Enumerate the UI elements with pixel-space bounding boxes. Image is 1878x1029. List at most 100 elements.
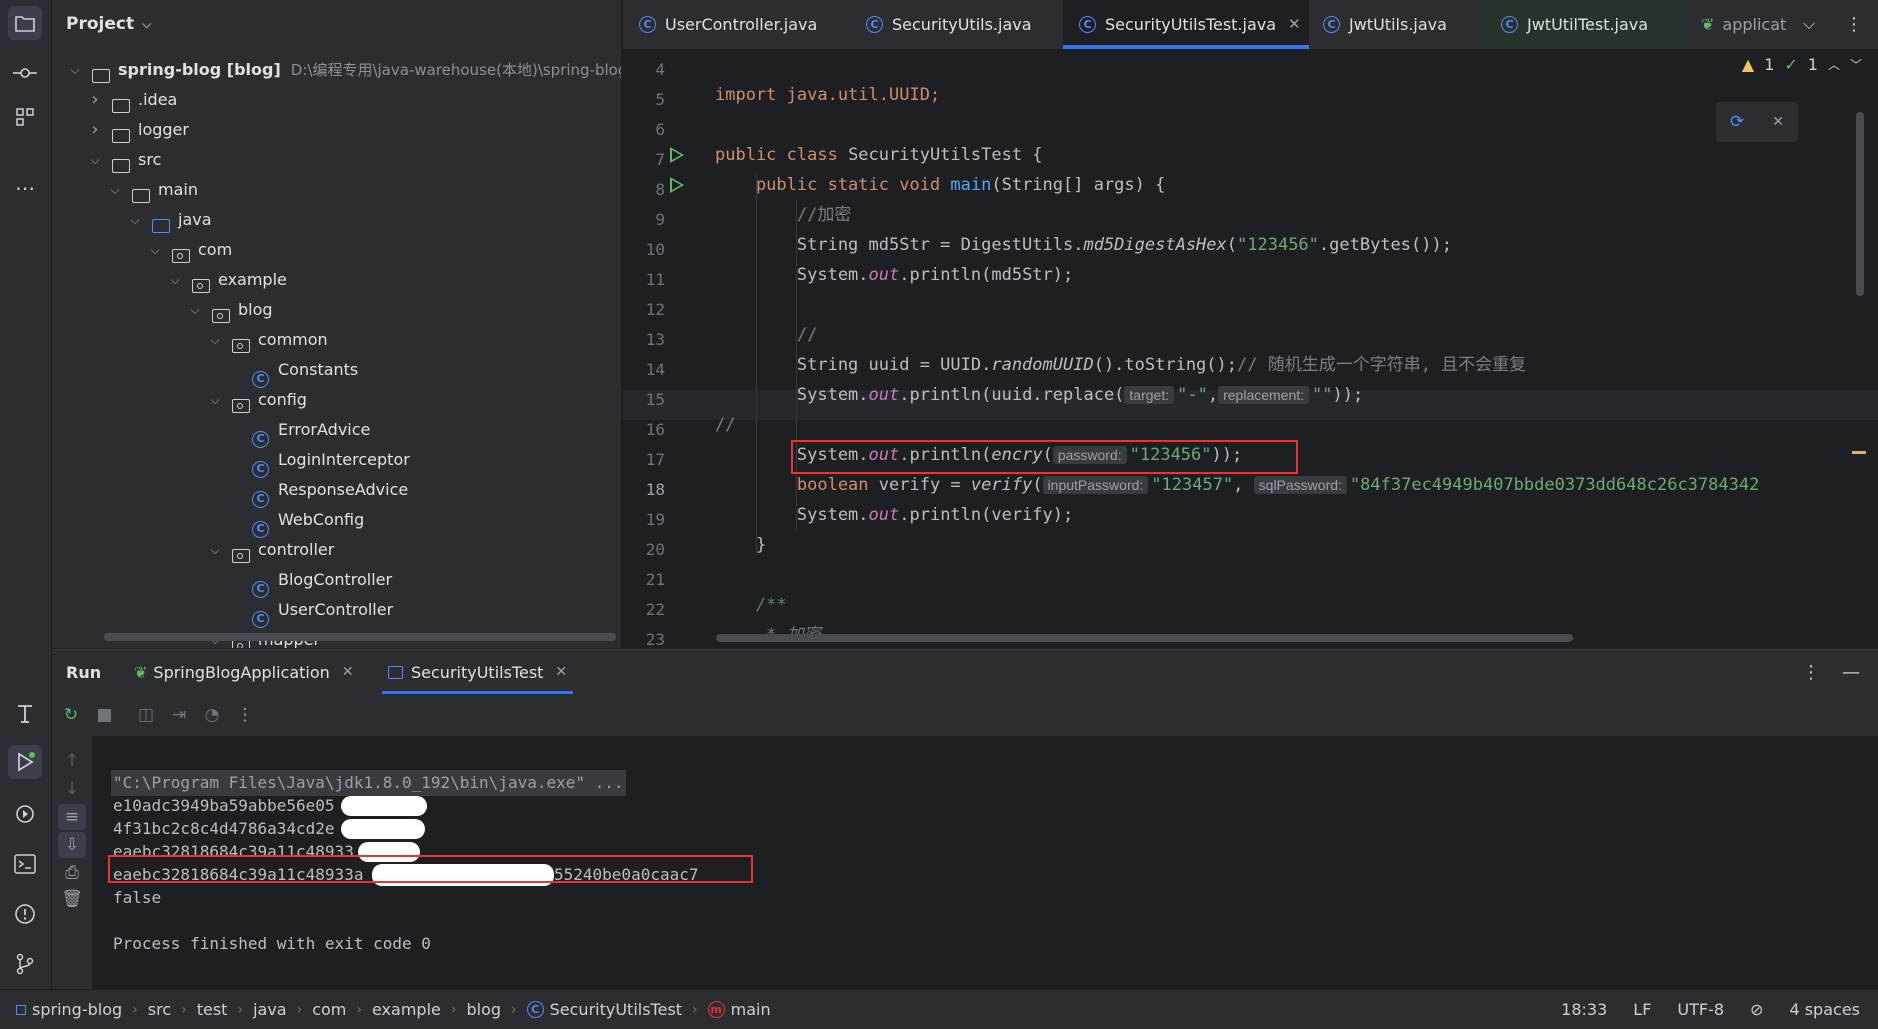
tree-item[interactable]: C BlogController	[228, 565, 392, 598]
more-tools-icon[interactable]: ⋯	[8, 171, 42, 205]
tree-item[interactable]: › logger	[88, 115, 189, 145]
tree-item[interactable]: C WebConfig	[228, 505, 364, 538]
tree-item[interactable]: ⌵ src	[88, 145, 161, 175]
tab-user-controller[interactable]: C UserController.java	[639, 0, 817, 48]
code-line-20[interactable]: }	[715, 530, 766, 560]
editor-scrollbar[interactable]	[1856, 112, 1864, 296]
trash-icon[interactable]: 🗑︎	[58, 886, 86, 912]
tree-item[interactable]: ⌵ java	[128, 205, 212, 235]
code-line-18[interactable]: boolean verify = verify(inputPassword: "1…	[715, 470, 1759, 500]
tab-application[interactable]: ❦ applicat	[1701, 0, 1793, 48]
git-icon[interactable]	[8, 947, 42, 981]
more-actions-icon[interactable]: ⋮	[231, 701, 259, 729]
chevron-down-icon[interactable]: ⌵	[128, 205, 142, 235]
reload-icon[interactable]: ⟳	[1730, 112, 1744, 132]
tab-security-utils-test-run[interactable]: SecurityUtilsTest ✕	[382, 650, 574, 694]
scroll-up-icon[interactable]: ↑	[58, 748, 86, 774]
tree-item[interactable]: ⌵ config	[208, 385, 307, 415]
chevron-down-icon[interactable]: ⌵	[142, 17, 151, 32]
code-line-16[interactable]: //	[715, 410, 735, 440]
code-line-14[interactable]: String uuid = UUID.randomUUID().toString…	[715, 350, 1526, 380]
chevron-down-icon[interactable]: ⌵	[208, 385, 222, 415]
exit-icon[interactable]: ⇥	[165, 701, 193, 729]
close-icon[interactable]: ✕	[1772, 114, 1784, 130]
stop-icon[interactable]	[90, 701, 118, 729]
tab-list-chevron-icon[interactable]: ⌵	[1803, 0, 1815, 48]
tree-item[interactable]: C ResponseAdvice	[228, 475, 408, 508]
run-gutter-icon[interactable]	[670, 177, 684, 193]
tree-item[interactable]: ⌵ com	[148, 235, 232, 265]
indent-setting[interactable]: 4 spaces	[1789, 1000, 1860, 1019]
code-line-15[interactable]: System.out.println(uuid.replace(target: "…	[715, 380, 1363, 410]
breadcrumb-item[interactable]: m main	[707, 1000, 771, 1019]
code-line-8[interactable]: public static void main(String[] args) {	[715, 170, 1165, 200]
chevron-down-icon[interactable]: ⌵	[108, 175, 122, 205]
tab-jwt-utils[interactable]: C JwtUtils.java	[1323, 0, 1447, 48]
commit-icon[interactable]	[8, 56, 42, 90]
chevron-down-icon[interactable]: ⌵	[208, 325, 222, 355]
tab-security-utils[interactable]: C SecurityUtils.java	[866, 0, 1032, 48]
code-line-4[interactable]: import java.util.UUID;	[715, 80, 940, 110]
more-options-icon[interactable]: ⋮	[1845, 0, 1863, 48]
code-line-13[interactable]: //	[715, 320, 817, 350]
chevron-down-icon[interactable]: ⌵	[188, 295, 202, 325]
chevron-down-icon[interactable]: ⌵	[168, 265, 182, 295]
chevron-down-icon[interactable]: ⌵	[148, 235, 162, 265]
chevron-down-icon[interactable]: ⌵	[208, 535, 222, 565]
code-line-9[interactable]: //加密	[715, 200, 851, 230]
build-icon[interactable]	[8, 697, 42, 731]
editor-hscrollbar[interactable]	[716, 634, 1573, 642]
tree-item[interactable]: C Constants	[228, 355, 358, 388]
chevron-down-icon[interactable]: ﹀	[1850, 56, 1862, 73]
code-line-11[interactable]: System.out.println(md5Str);	[715, 260, 1073, 290]
tab-spring-blog-application[interactable]: ❦ SpringBlogApplication ✕	[134, 650, 354, 694]
more-options-icon[interactable]: ⋮	[1802, 650, 1820, 694]
project-header[interactable]: Project ⌵	[52, 0, 621, 48]
line-separator[interactable]: LF	[1633, 1000, 1651, 1019]
breadcrumb-item[interactable]: blog	[466, 1000, 501, 1019]
breadcrumb-item[interactable]: src	[148, 1000, 171, 1019]
tree-item[interactable]: ⌵ main	[108, 175, 198, 205]
tree-item[interactable]: C UserController	[228, 595, 393, 628]
chevron-up-icon[interactable]: ︿	[1828, 56, 1840, 73]
tree-item[interactable]: ⌵ example	[168, 265, 287, 295]
profiler-icon[interactable]: ◔	[198, 701, 226, 729]
breadcrumb-item[interactable]: spring-blog	[16, 1000, 122, 1019]
breadcrumb-item[interactable]: example	[372, 1000, 441, 1019]
scroll-down-icon[interactable]: ↓	[58, 776, 86, 802]
tree-item[interactable]: C LoginInterceptor	[228, 445, 410, 478]
breadcrumb-item[interactable]: java	[253, 1000, 287, 1019]
chevron-right-icon[interactable]: ›	[88, 115, 102, 145]
soft-wrap-icon[interactable]: ≡	[58, 804, 86, 830]
project-hscrollbar[interactable]	[104, 633, 616, 641]
services-icon[interactable]	[8, 797, 42, 831]
breadcrumb-item[interactable]: C SecurityUtilsTest	[526, 1000, 682, 1019]
code-line-22[interactable]: /**	[715, 590, 787, 620]
tab-jwt-util-test[interactable]: C JwtUtilTest.java	[1483, 0, 1685, 48]
breadcrumb-item[interactable]: test	[197, 1000, 228, 1019]
chevron-right-icon[interactable]: ›	[88, 85, 102, 115]
inspection-indicators[interactable]: ▲ 1 ✓ 1 ︿ ﹀	[1742, 55, 1862, 74]
code-line-19[interactable]: System.out.println(verify);	[715, 500, 1073, 530]
tree-item[interactable]: ⌵ spring-blog [blog] D:\编程专用\java-warehous…	[68, 55, 621, 85]
tree-item[interactable]: ⌵ common	[208, 325, 328, 355]
close-icon[interactable]: ✕	[342, 664, 354, 680]
problems-icon[interactable]	[8, 897, 42, 931]
chevron-down-icon[interactable]: ⌵	[88, 145, 102, 175]
code-line-10[interactable]: String md5Str = DigestUtils.md5DigestAsH…	[715, 230, 1452, 260]
run-icon[interactable]	[8, 745, 42, 779]
breadcrumb-item[interactable]: com	[312, 1000, 346, 1019]
rerun-icon[interactable]: ↻	[57, 701, 85, 729]
file-encoding[interactable]: UTF-8	[1677, 1000, 1724, 1019]
minimize-icon[interactable]: —	[1842, 650, 1860, 694]
terminal-icon[interactable]	[8, 847, 42, 881]
tree-item[interactable]: ⌵ controller	[208, 535, 334, 565]
structure-icon[interactable]	[8, 100, 42, 134]
readonly-toggle-icon[interactable]: ⊘	[1750, 1000, 1763, 1019]
print-icon[interactable]: ⎙	[58, 860, 86, 886]
tree-item[interactable]: › .idea	[88, 85, 177, 115]
tab-security-utils-test[interactable]: C SecurityUtilsTest.java ✕	[1063, 0, 1309, 49]
camera-icon[interactable]: ◫	[132, 701, 160, 729]
run-gutter-icon[interactable]	[670, 147, 684, 163]
close-icon[interactable]: ✕	[1288, 15, 1301, 33]
